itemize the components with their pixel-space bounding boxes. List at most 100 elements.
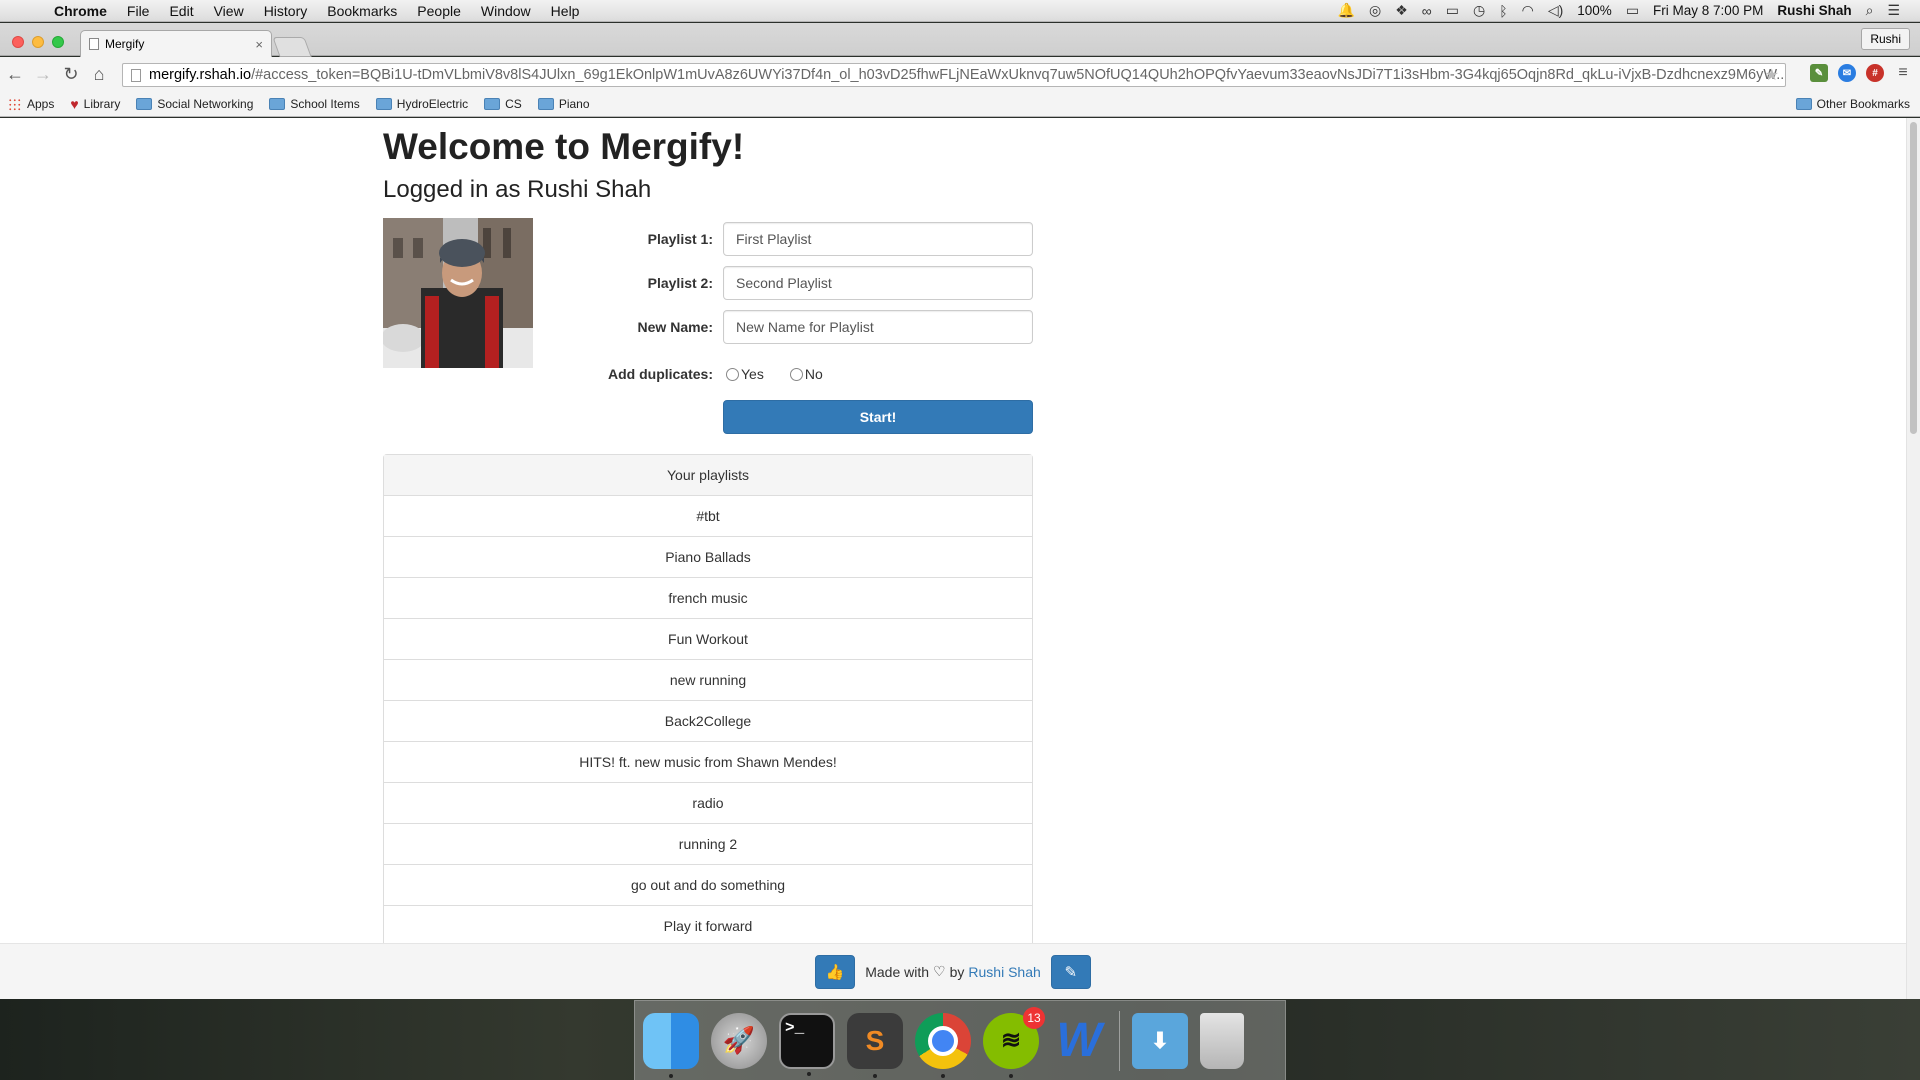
list-item[interactable]: Piano Ballads [384,537,1032,578]
scrollbar-thumb[interactable] [1910,122,1917,434]
glasses-icon[interactable]: ∞ [1422,3,1432,19]
spotify-badge: 13 [1023,1006,1045,1029]
creative-cloud-icon[interactable]: ◎ [1369,2,1381,19]
address-bar[interactable]: mergify.rshah.io/#access_token=BQBi1U-tD… [122,63,1786,87]
word-icon[interactable]: W [1051,1013,1107,1069]
running-indicator [1009,1073,1013,1078]
zoom-window-button[interactable] [52,36,64,48]
list-item[interactable]: Fun Workout [384,619,1032,660]
downloads-folder-icon[interactable]: ⬇ [1132,1012,1188,1069]
list-item[interactable]: new running [384,660,1032,701]
forward-arrow-icon[interactable]: → [30,62,56,88]
list-item[interactable]: #tbt [384,496,1032,537]
home-icon[interactable]: ⌂ [86,62,112,88]
wifi-icon[interactable]: ◠ [1522,2,1534,19]
dropbox-icon[interactable]: ❖ [1395,2,1408,19]
edit-icon: ✎ [1064,963,1078,981]
menubar-clock[interactable]: Fri May 8 7:00 PM [1653,3,1763,18]
list-item[interactable]: go out and do something [384,865,1032,906]
folder-icon [269,98,286,110]
new-tab-button[interactable] [272,37,312,57]
minimize-window-button[interactable] [32,36,44,48]
duplicates-radio-group: Yes No [726,366,849,382]
bookmark-library[interactable]: ♥ Library [70,96,120,112]
notification-center-icon[interactable]: ☰ [1887,2,1900,19]
list-item[interactable]: HITS! ft. new music from Shawn Mendes! [384,742,1032,783]
tab-close-icon[interactable]: × [255,37,263,52]
menu-history[interactable]: History [254,3,318,19]
bookmark-apps[interactable]: Apps [8,97,54,111]
bookmark-school-items[interactable]: School Items [269,97,360,111]
tab-title: Mergify [105,37,145,51]
bookmark-piano[interactable]: Piano [537,97,590,111]
heart-outline-icon: ♡ [933,963,946,979]
profile-button[interactable]: Rushi [1861,28,1910,50]
time-machine-icon[interactable]: ◷ [1473,2,1485,19]
spotify-icon[interactable]: ≋ 13 [983,1006,1045,1078]
reload-icon[interactable]: ↻ [58,62,84,88]
finder-icon[interactable] [643,1012,699,1078]
folder-icon [537,98,554,110]
page-scrollbar[interactable] [1906,118,1920,999]
new-name-input[interactable] [723,310,1033,344]
avatar [383,218,533,368]
menu-edit[interactable]: Edit [159,3,203,19]
spotlight-search-icon[interactable]: ⌕ [1866,2,1874,19]
sublime-text-icon[interactable]: S [847,1012,903,1078]
notification-bell-icon[interactable]: 🔔 [1338,2,1355,19]
like-button[interactable]: 👍 [815,954,856,989]
back-arrow-icon[interactable]: ← [2,62,28,88]
menu-window[interactable]: Window [471,3,541,19]
browser-tab-mergify[interactable]: Mergify × [80,30,272,57]
running-indicator [807,1071,811,1076]
bookmark-social-networking[interactable]: Social Networking [136,97,253,111]
menu-bookmarks[interactable]: Bookmarks [317,3,407,19]
profile-photo [383,218,533,368]
menu-view[interactable]: View [204,3,254,19]
start-button[interactable]: Start! [723,400,1033,434]
battery-percent[interactable]: 100% [1577,3,1612,18]
duplicates-yes-option[interactable]: Yes [726,366,764,382]
bookmark-cs[interactable]: CS [484,97,522,111]
url-host: mergify.rshah.io [149,67,252,83]
thumbs-up-icon: 👍 [825,963,845,981]
edit-button[interactable]: ✎ [1050,954,1091,989]
new-name-label: New Name: [637,319,713,335]
terminal-icon[interactable]: >_ [779,1012,835,1076]
menu-people[interactable]: People [407,3,471,19]
pen-extension-icon[interactable]: ✎ [1810,64,1828,82]
browser-toolbar: ← → ↻ ⌂ mergify.rshah.io/#access_token=B… [0,57,1920,92]
menu-help[interactable]: Help [541,3,590,19]
playlist1-input[interactable] [723,222,1033,256]
hashtag-extension-icon[interactable]: # [1866,64,1884,82]
airplay-icon[interactable]: ▭ [1446,2,1459,19]
launchpad-icon[interactable]: 🚀 [711,1012,767,1069]
close-window-button[interactable] [12,36,24,48]
menu-app-name[interactable]: Chrome [40,3,117,19]
chrome-menu-icon[interactable]: ≡ [1894,64,1912,82]
bluetooth-icon[interactable]: ᛒ [1499,3,1507,19]
battery-icon[interactable]: ▭ [1626,2,1639,19]
list-item[interactable]: radio [384,783,1032,824]
list-item[interactable]: Back2College [384,701,1032,742]
volume-icon[interactable]: ◁) [1548,2,1563,19]
bookmarks-bar: Apps ♥ Library Social Networking School I… [0,92,1920,117]
no-radio[interactable] [789,367,803,381]
list-item[interactable]: french music [384,578,1032,619]
bookmark-other-bookmarks[interactable]: Other Bookmarks [1795,97,1910,111]
messenger-extension-icon[interactable]: ✉ [1838,64,1856,82]
yes-radio[interactable] [726,367,739,381]
chrome-icon[interactable] [915,1012,971,1078]
list-item[interactable]: running 2 [384,824,1032,865]
bookmark-hydroelectric[interactable]: HydroElectric [375,97,468,111]
trash-icon[interactable] [1200,1012,1244,1069]
logged-in-subtitle: Logged in as Rushi Shah [383,176,652,203]
duplicates-no-option[interactable]: No [789,366,823,382]
bookmark-star-icon[interactable]: ★ [1765,65,1779,85]
playlist2-input[interactable] [723,266,1033,300]
list-item[interactable]: Play it forward [384,906,1032,947]
author-link[interactable]: Rushi Shah [968,964,1040,980]
page-info-icon[interactable] [131,68,141,82]
menu-file[interactable]: File [117,3,160,19]
menubar-user[interactable]: Rushi Shah [1777,3,1851,18]
